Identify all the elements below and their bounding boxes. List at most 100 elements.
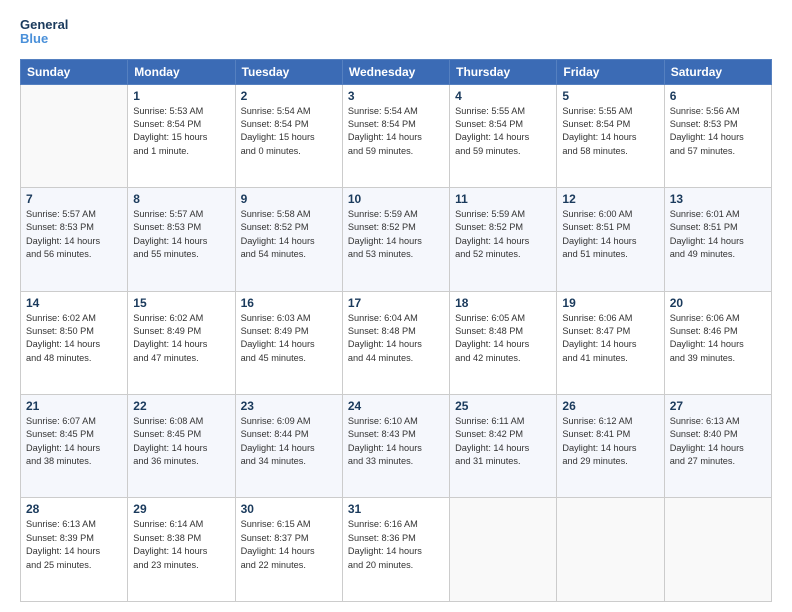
calendar-week-1: 1 Sunrise: 5:53 AMSunset: 8:54 PMDaylight… (21, 84, 772, 187)
day-number: 23 (241, 399, 337, 413)
day-number: 16 (241, 296, 337, 310)
day-number: 24 (348, 399, 444, 413)
calendar-header-sunday: Sunday (21, 59, 128, 84)
day-number: 14 (26, 296, 122, 310)
day-number: 3 (348, 89, 444, 103)
calendar-cell: 7 Sunrise: 5:57 AMSunset: 8:53 PMDaylight… (21, 188, 128, 291)
day-number: 25 (455, 399, 551, 413)
day-number: 6 (670, 89, 766, 103)
calendar-cell: 23 Sunrise: 6:09 AMSunset: 8:44 PMDayligh… (235, 395, 342, 498)
day-number: 20 (670, 296, 766, 310)
calendar-cell: 17 Sunrise: 6:04 AMSunset: 8:48 PMDayligh… (342, 291, 449, 394)
day-info: Sunrise: 6:03 AMSunset: 8:49 PMDaylight:… (241, 312, 337, 365)
calendar-cell: 21Sunrise: 6:07 AMSunset: 8:45 PMDayligh… (21, 395, 128, 498)
day-number: 8 (133, 192, 229, 206)
logo: General Blue (20, 18, 68, 47)
calendar-cell: 14Sunrise: 6:02 AMSunset: 8:50 PMDayligh… (21, 291, 128, 394)
day-info: Sunrise: 6:01 AMSunset: 8:51 PMDaylight:… (670, 208, 766, 261)
calendar-cell: 9 Sunrise: 5:58 AMSunset: 8:52 PMDaylight… (235, 188, 342, 291)
day-info: Sunrise: 5:59 AMSunset: 8:52 PMDaylight:… (348, 208, 444, 261)
day-number: 12 (562, 192, 658, 206)
calendar-cell: 26Sunrise: 6:12 AMSunset: 8:41 PMDayligh… (557, 395, 664, 498)
calendar-header-monday: Monday (128, 59, 235, 84)
calendar-cell: 24 Sunrise: 6:10 AMSunset: 8:43 PMDayligh… (342, 395, 449, 498)
day-info: Sunrise: 5:55 AMSunset: 8:54 PMDaylight:… (455, 105, 551, 158)
calendar-cell: 10Sunrise: 5:59 AMSunset: 8:52 PMDayligh… (342, 188, 449, 291)
day-number: 7 (26, 192, 122, 206)
calendar-cell: 16 Sunrise: 6:03 AMSunset: 8:49 PMDayligh… (235, 291, 342, 394)
day-info: Sunrise: 6:02 AMSunset: 8:49 PMDaylight:… (133, 312, 229, 365)
day-info: Sunrise: 5:58 AMSunset: 8:52 PMDaylight:… (241, 208, 337, 261)
calendar-cell: 2 Sunrise: 5:54 AMSunset: 8:54 PMDaylight… (235, 84, 342, 187)
calendar-cell: 27 Sunrise: 6:13 AMSunset: 8:40 PMDayligh… (664, 395, 771, 498)
day-info: Sunrise: 6:06 AMSunset: 8:46 PMDaylight:… (670, 312, 766, 365)
day-info: Sunrise: 6:16 AMSunset: 8:36 PMDaylight:… (348, 518, 444, 571)
day-number: 13 (670, 192, 766, 206)
logo-blue: Blue (20, 32, 68, 46)
calendar-cell (664, 498, 771, 602)
day-info: Sunrise: 6:05 AMSunset: 8:48 PMDaylight:… (455, 312, 551, 365)
calendar-cell: 22Sunrise: 6:08 AMSunset: 8:45 PMDayligh… (128, 395, 235, 498)
day-number: 31 (348, 502, 444, 516)
calendar-cell (450, 498, 557, 602)
header: General Blue (20, 18, 772, 47)
calendar-header-friday: Friday (557, 59, 664, 84)
day-number: 1 (133, 89, 229, 103)
day-number: 2 (241, 89, 337, 103)
calendar-header-row: SundayMondayTuesdayWednesdayThursdayFrid… (21, 59, 772, 84)
calendar-cell: 19Sunrise: 6:06 AMSunset: 8:47 PMDayligh… (557, 291, 664, 394)
day-info: Sunrise: 6:08 AMSunset: 8:45 PMDaylight:… (133, 415, 229, 468)
day-info: Sunrise: 5:57 AMSunset: 8:53 PMDaylight:… (26, 208, 122, 261)
day-number: 27 (670, 399, 766, 413)
day-info: Sunrise: 6:11 AMSunset: 8:42 PMDaylight:… (455, 415, 551, 468)
day-number: 11 (455, 192, 551, 206)
calendar-cell: 1 Sunrise: 5:53 AMSunset: 8:54 PMDaylight… (128, 84, 235, 187)
calendar-week-5: 28Sunrise: 6:13 AMSunset: 8:39 PMDayligh… (21, 498, 772, 602)
calendar-cell: 29Sunrise: 6:14 AMSunset: 8:38 PMDayligh… (128, 498, 235, 602)
day-info: Sunrise: 5:57 AMSunset: 8:53 PMDaylight:… (133, 208, 229, 261)
day-info: Sunrise: 5:54 AMSunset: 8:54 PMDaylight:… (241, 105, 337, 158)
page: General Blue SundayMondayTuesdayWednesda… (0, 0, 792, 612)
calendar-week-4: 21Sunrise: 6:07 AMSunset: 8:45 PMDayligh… (21, 395, 772, 498)
day-info: Sunrise: 6:14 AMSunset: 8:38 PMDaylight:… (133, 518, 229, 571)
calendar-table: SundayMondayTuesdayWednesdayThursdayFrid… (20, 59, 772, 602)
calendar-cell: 28Sunrise: 6:13 AMSunset: 8:39 PMDayligh… (21, 498, 128, 602)
day-number: 28 (26, 502, 122, 516)
day-info: Sunrise: 5:53 AMSunset: 8:54 PMDaylight:… (133, 105, 229, 158)
calendar-cell: 31 Sunrise: 6:16 AMSunset: 8:36 PMDayligh… (342, 498, 449, 602)
calendar-header-saturday: Saturday (664, 59, 771, 84)
calendar-cell: 12 Sunrise: 6:00 AMSunset: 8:51 PMDayligh… (557, 188, 664, 291)
day-info: Sunrise: 5:59 AMSunset: 8:52 PMDaylight:… (455, 208, 551, 261)
day-number: 15 (133, 296, 229, 310)
calendar-cell: 3Sunrise: 5:54 AMSunset: 8:54 PMDaylight… (342, 84, 449, 187)
day-number: 9 (241, 192, 337, 206)
day-number: 4 (455, 89, 551, 103)
calendar-cell: 4 Sunrise: 5:55 AMSunset: 8:54 PMDaylight… (450, 84, 557, 187)
day-info: Sunrise: 6:09 AMSunset: 8:44 PMDaylight:… (241, 415, 337, 468)
day-info: Sunrise: 6:15 AMSunset: 8:37 PMDaylight:… (241, 518, 337, 571)
day-info: Sunrise: 6:13 AMSunset: 8:40 PMDaylight:… (670, 415, 766, 468)
day-info: Sunrise: 6:00 AMSunset: 8:51 PMDaylight:… (562, 208, 658, 261)
day-number: 21 (26, 399, 122, 413)
calendar-cell: 25 Sunrise: 6:11 AMSunset: 8:42 PMDayligh… (450, 395, 557, 498)
calendar-cell: 13 Sunrise: 6:01 AMSunset: 8:51 PMDayligh… (664, 188, 771, 291)
day-number: 17 (348, 296, 444, 310)
calendar-cell: 8 Sunrise: 5:57 AMSunset: 8:53 PMDaylight… (128, 188, 235, 291)
calendar-cell: 5 Sunrise: 5:55 AMSunset: 8:54 PMDaylight… (557, 84, 664, 187)
logo-general: General (20, 18, 68, 32)
day-number: 30 (241, 502, 337, 516)
day-info: Sunrise: 5:55 AMSunset: 8:54 PMDaylight:… (562, 105, 658, 158)
day-info: Sunrise: 6:04 AMSunset: 8:48 PMDaylight:… (348, 312, 444, 365)
calendar-header-wednesday: Wednesday (342, 59, 449, 84)
day-number: 26 (562, 399, 658, 413)
day-number: 5 (562, 89, 658, 103)
calendar-header-thursday: Thursday (450, 59, 557, 84)
calendar-cell: 15 Sunrise: 6:02 AMSunset: 8:49 PMDayligh… (128, 291, 235, 394)
day-info: Sunrise: 5:56 AMSunset: 8:53 PMDaylight:… (670, 105, 766, 158)
day-info: Sunrise: 6:10 AMSunset: 8:43 PMDaylight:… (348, 415, 444, 468)
day-number: 18 (455, 296, 551, 310)
calendar-cell: 30 Sunrise: 6:15 AMSunset: 8:37 PMDayligh… (235, 498, 342, 602)
calendar-cell (557, 498, 664, 602)
day-info: Sunrise: 6:06 AMSunset: 8:47 PMDaylight:… (562, 312, 658, 365)
calendar-week-3: 14Sunrise: 6:02 AMSunset: 8:50 PMDayligh… (21, 291, 772, 394)
